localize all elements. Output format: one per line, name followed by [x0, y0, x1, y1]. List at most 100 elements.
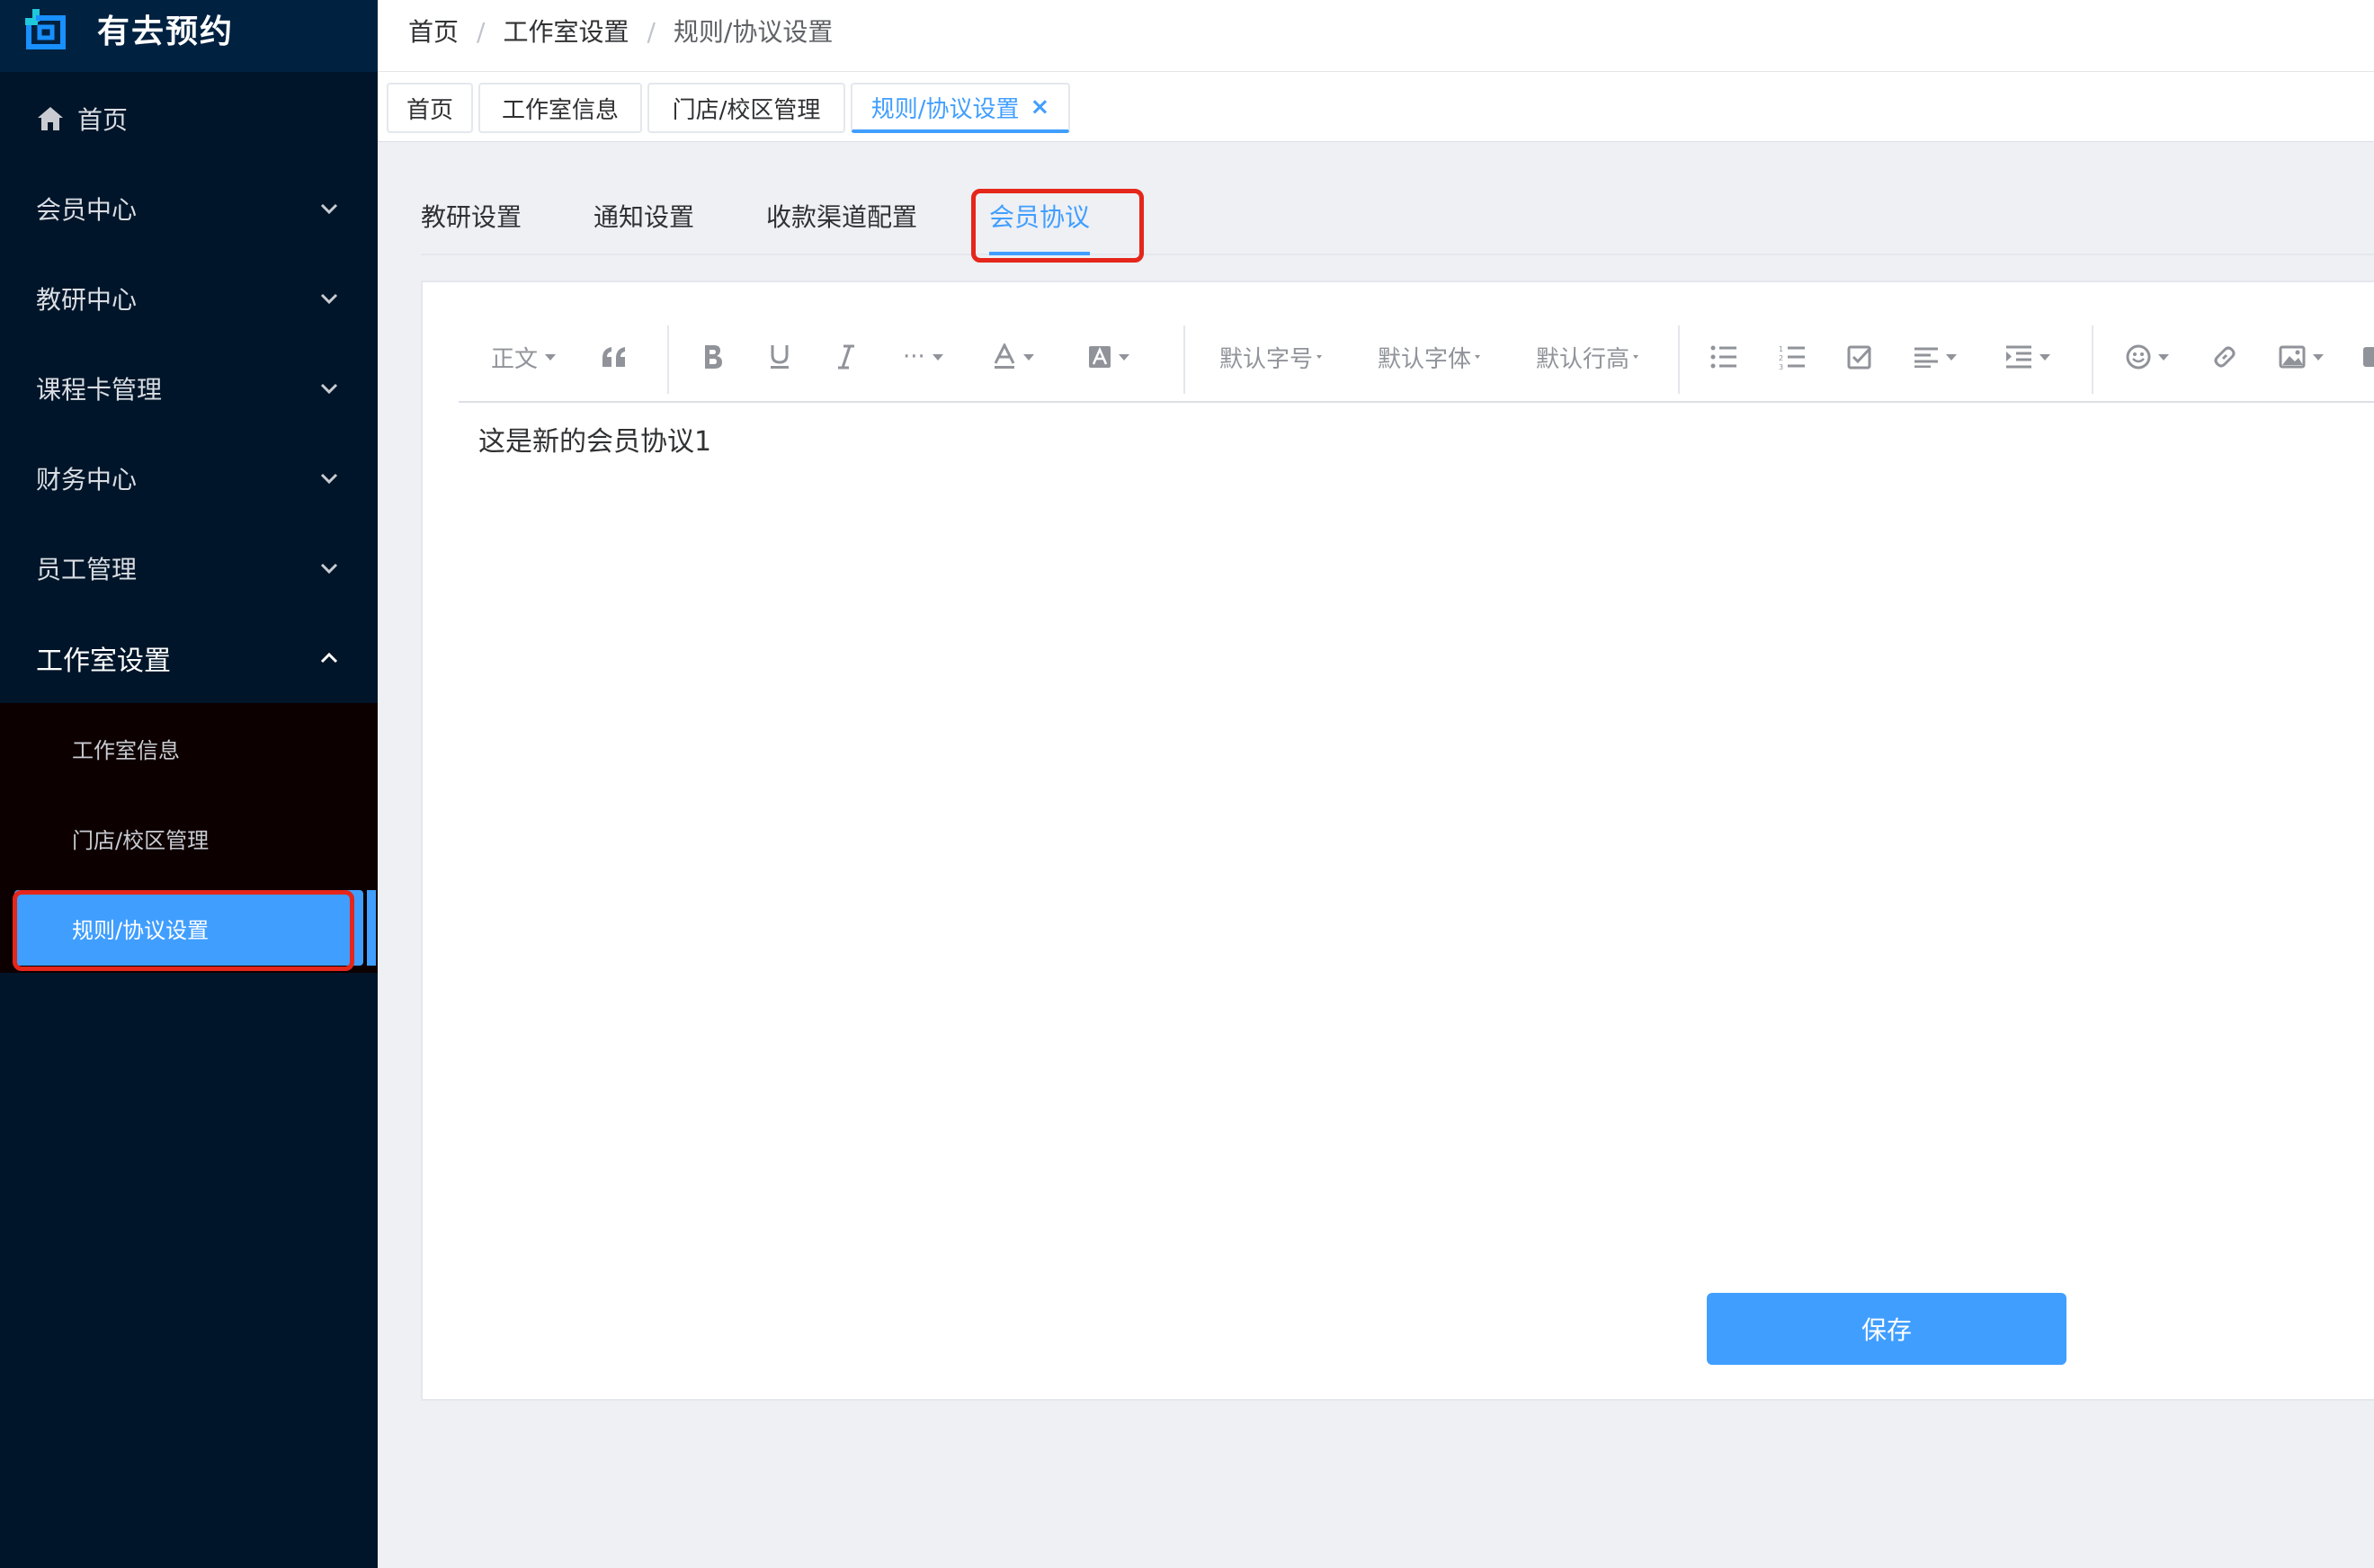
bulleted-list-icon — [1710, 345, 1736, 369]
toolbar-divider — [2092, 325, 2093, 394]
link-button[interactable] — [2212, 334, 2237, 379]
submenu-item-label: 门店/校区管理 — [72, 827, 210, 853]
tags-bar: 首页 工作室信息 门店/校区管理 规则/协议设置 × — [378, 72, 2374, 142]
tab-notification-settings[interactable]: 通知设置 — [594, 200, 694, 236]
underline-icon — [771, 345, 789, 369]
font-family-dropdown[interactable]: 默认字体 — [1378, 334, 1481, 379]
breadcrumb-separator: / — [477, 17, 486, 47]
sidebar-item-teaching-center[interactable]: 教研中心 — [0, 254, 378, 343]
sidebar-item-staff[interactable]: 员工管理 — [0, 523, 378, 613]
align-dropdown[interactable] — [1914, 334, 1957, 379]
tag-studio-info[interactable]: 工作室信息 — [478, 83, 642, 133]
agreement-card: 正文 ··· 默认字号 默认字体 默认行高 1 2 3 这是新的会员协议1 保存 — [421, 281, 2374, 1401]
home-icon — [38, 107, 63, 130]
paragraph-format-dropdown[interactable]: 正文 — [491, 334, 557, 379]
svg-text:3: 3 — [1779, 363, 1783, 370]
tag-label: 首页 — [406, 96, 453, 124]
settings-tabs: 教研设置 通知设置 收款渠道配置 会员协议 — [421, 180, 2374, 255]
line-height-dropdown[interactable]: 默认行高 — [1536, 334, 1639, 379]
sidebar-item-label: 工作室设置 — [36, 646, 171, 677]
chevron-down-icon — [320, 293, 338, 305]
bold-icon — [705, 345, 722, 369]
tag-home[interactable]: 首页 — [387, 83, 473, 133]
sidebar-item-studio-settings[interactable]: 工作室设置 — [0, 613, 378, 703]
chevron-down-icon — [320, 203, 338, 215]
svg-text:2: 2 — [1779, 354, 1783, 362]
toolbar-divider — [667, 325, 669, 394]
breadcrumb: 首页 / 工作室设置 / 规则/协议设置 — [408, 14, 833, 50]
font-color-icon — [994, 343, 1015, 369]
chevron-down-icon — [320, 563, 338, 575]
sidebar: 有去预约 首页 会员中心 教研中心 课程卡管理 财务中心 员工管理 工作室设置 … — [0, 0, 378, 1568]
chevron-down-icon — [320, 473, 338, 485]
line-height-label: 默认行高 — [1536, 345, 1630, 373]
logo-icon — [25, 9, 66, 49]
close-icon[interactable]: × — [1030, 94, 1049, 120]
tag-rules-agreements[interactable]: 规则/协议设置 × — [851, 83, 1070, 133]
image-icon — [2279, 345, 2306, 369]
bulleted-list-button[interactable] — [1710, 334, 1737, 379]
tag-stores[interactable]: 门店/校区管理 — [647, 83, 845, 133]
tag-label: 门店/校区管理 — [672, 96, 821, 124]
link-icon — [2214, 346, 2236, 368]
background-color-dropdown[interactable] — [1088, 334, 1129, 379]
italic-icon — [838, 344, 854, 370]
font-color-dropdown[interactable] — [993, 334, 1034, 379]
sidebar-item-home[interactable]: 首页 — [0, 74, 378, 164]
underline-button[interactable] — [768, 334, 791, 379]
breadcrumb-item: 规则/协议设置 — [673, 17, 834, 47]
chevron-up-icon — [320, 652, 338, 664]
sidebar-item-label: 课程卡管理 — [36, 375, 163, 405]
sidebar-item-label: 会员中心 — [36, 195, 138, 225]
paragraph-format-label: 正文 — [491, 345, 539, 373]
sidebar-item-course-card[interactable]: 课程卡管理 — [0, 343, 378, 433]
submenu-item-studio-info[interactable]: 工作室信息 — [0, 703, 378, 793]
sidebar-item-member-center[interactable]: 会员中心 — [0, 164, 378, 254]
sidebar-item-label: 首页 — [77, 105, 129, 135]
numbered-list-icon: 123 — [1779, 345, 1805, 370]
todo-list-button[interactable] — [1847, 334, 1872, 379]
submenu-item-stores[interactable]: 门店/校区管理 — [0, 793, 378, 883]
header: 首页 / 工作室设置 / 规则/协议设置 — [378, 0, 2374, 72]
font-family-label: 默认字体 — [1378, 345, 1472, 373]
sidebar-item-label: 财务中心 — [36, 465, 138, 494]
tag-label: 工作室信息 — [501, 96, 619, 124]
font-size-dropdown[interactable]: 默认字号 — [1219, 334, 1323, 379]
breadcrumb-item[interactable]: 工作室设置 — [503, 14, 629, 50]
checkbox-icon — [1847, 345, 1872, 370]
emoji-dropdown[interactable] — [2126, 334, 2169, 379]
font-size-label: 默认字号 — [1219, 345, 1314, 373]
chevron-down-icon — [320, 383, 338, 395]
quote-button[interactable] — [601, 334, 628, 379]
tab-teaching-settings[interactable]: 教研设置 — [421, 200, 522, 236]
image-dropdown[interactable] — [2279, 334, 2324, 379]
numbered-list-button[interactable]: 123 — [1779, 334, 1806, 379]
highlight-box — [971, 189, 1144, 263]
italic-button[interactable] — [834, 334, 858, 379]
more-format-dropdown[interactable]: ··· — [903, 334, 943, 379]
logo-bar: 有去预约 — [0, 0, 378, 72]
toolbar-divider — [1183, 325, 1185, 394]
emoji-icon — [2126, 344, 2151, 370]
breadcrumb-item[interactable]: 首页 — [408, 14, 459, 50]
more-format-label: ··· — [903, 343, 925, 370]
app-title: 有去预约 — [97, 13, 235, 50]
highlight-box — [13, 890, 354, 971]
sidebar-item-finance-center[interactable]: 财务中心 — [0, 433, 378, 523]
indent-dropdown[interactable] — [2005, 334, 2050, 379]
submenu-item-label: 工作室信息 — [72, 737, 180, 763]
video-button[interactable] — [2361, 334, 2374, 379]
editor-toolbar: 正文 ··· 默认字号 默认字体 默认行高 1 2 3 — [459, 316, 2374, 403]
quote-icon — [602, 347, 625, 367]
bold-button[interactable] — [701, 334, 725, 379]
sidebar-item-label: 员工管理 — [36, 555, 138, 584]
svg-text:1: 1 — [1779, 345, 1783, 353]
video-icon — [2363, 347, 2374, 367]
save-button[interactable]: 保存 — [1707, 1293, 2066, 1365]
toolbar-divider — [1678, 325, 1680, 394]
indent-icon — [2006, 345, 2031, 369]
align-left-icon — [1914, 347, 1938, 368]
tab-payment-channels[interactable]: 收款渠道配置 — [766, 200, 917, 236]
agreement-editor-content[interactable]: 这是新的会员协议1 — [478, 423, 711, 462]
sidebar-item-label: 教研中心 — [36, 285, 138, 315]
